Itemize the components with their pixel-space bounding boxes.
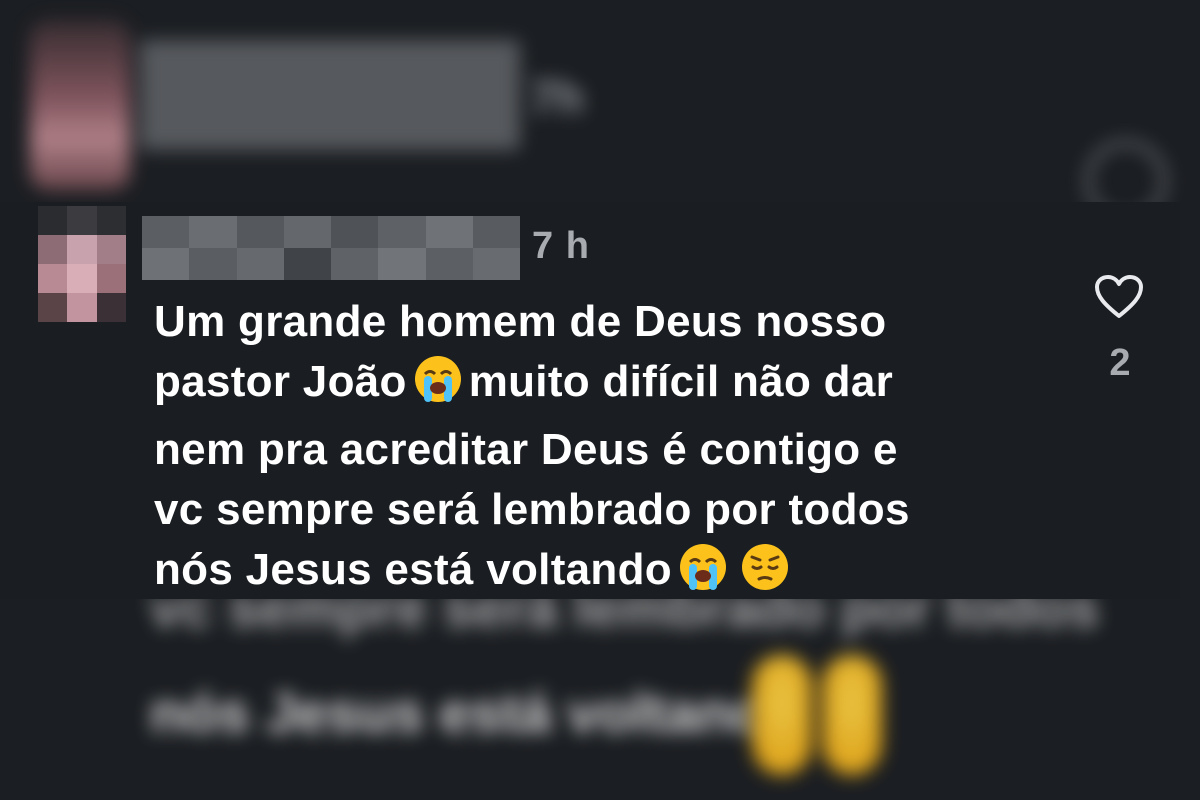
loudly-crying-face-emoji-icon	[678, 542, 728, 608]
loudly-crying-face-emoji-icon	[413, 354, 463, 420]
avatar[interactable]	[38, 206, 126, 322]
blurred-emoji	[752, 655, 812, 775]
like-count: 2	[1109, 342, 1131, 384]
comment-line: nem pra acreditar Deus é contigo e	[154, 425, 898, 474]
pensive-face-emoji-icon	[740, 542, 790, 608]
comment-line: Um grande homem de Deus nosso	[154, 297, 887, 346]
comment-timestamp: 7 h	[532, 225, 590, 267]
comment-line: vc sempre será lembrado por todos	[154, 485, 910, 534]
blurred-username	[140, 40, 520, 150]
comment-line-with-emoji: nós Jesus está voltando	[154, 540, 1054, 608]
heart-icon[interactable]	[1094, 274, 1144, 320]
username-censored[interactable]	[142, 216, 520, 280]
comment-line-text: nós Jesus está voltando	[154, 545, 672, 594]
comment-line-text: muito difícil não dar	[468, 357, 894, 406]
comment: 7 h Um grande homem de Deus nosso pastor…	[0, 202, 1180, 599]
comment-body: Um grande homem de Deus nosso pastor Joã…	[154, 292, 1054, 608]
comment-line-with-emoji: pastor João muito difícil não dar	[154, 352, 1054, 420]
blurred-emoji	[822, 655, 882, 775]
blurred-text-line: nós Jesus está voltando	[150, 681, 801, 744]
blurred-timestamp: 7h	[530, 71, 584, 123]
comment-line-text: pastor João	[154, 357, 407, 406]
blurred-avatar	[30, 20, 130, 190]
screenshot-stage: 7h vc sempre será lembrado por todos nós…	[0, 0, 1200, 800]
